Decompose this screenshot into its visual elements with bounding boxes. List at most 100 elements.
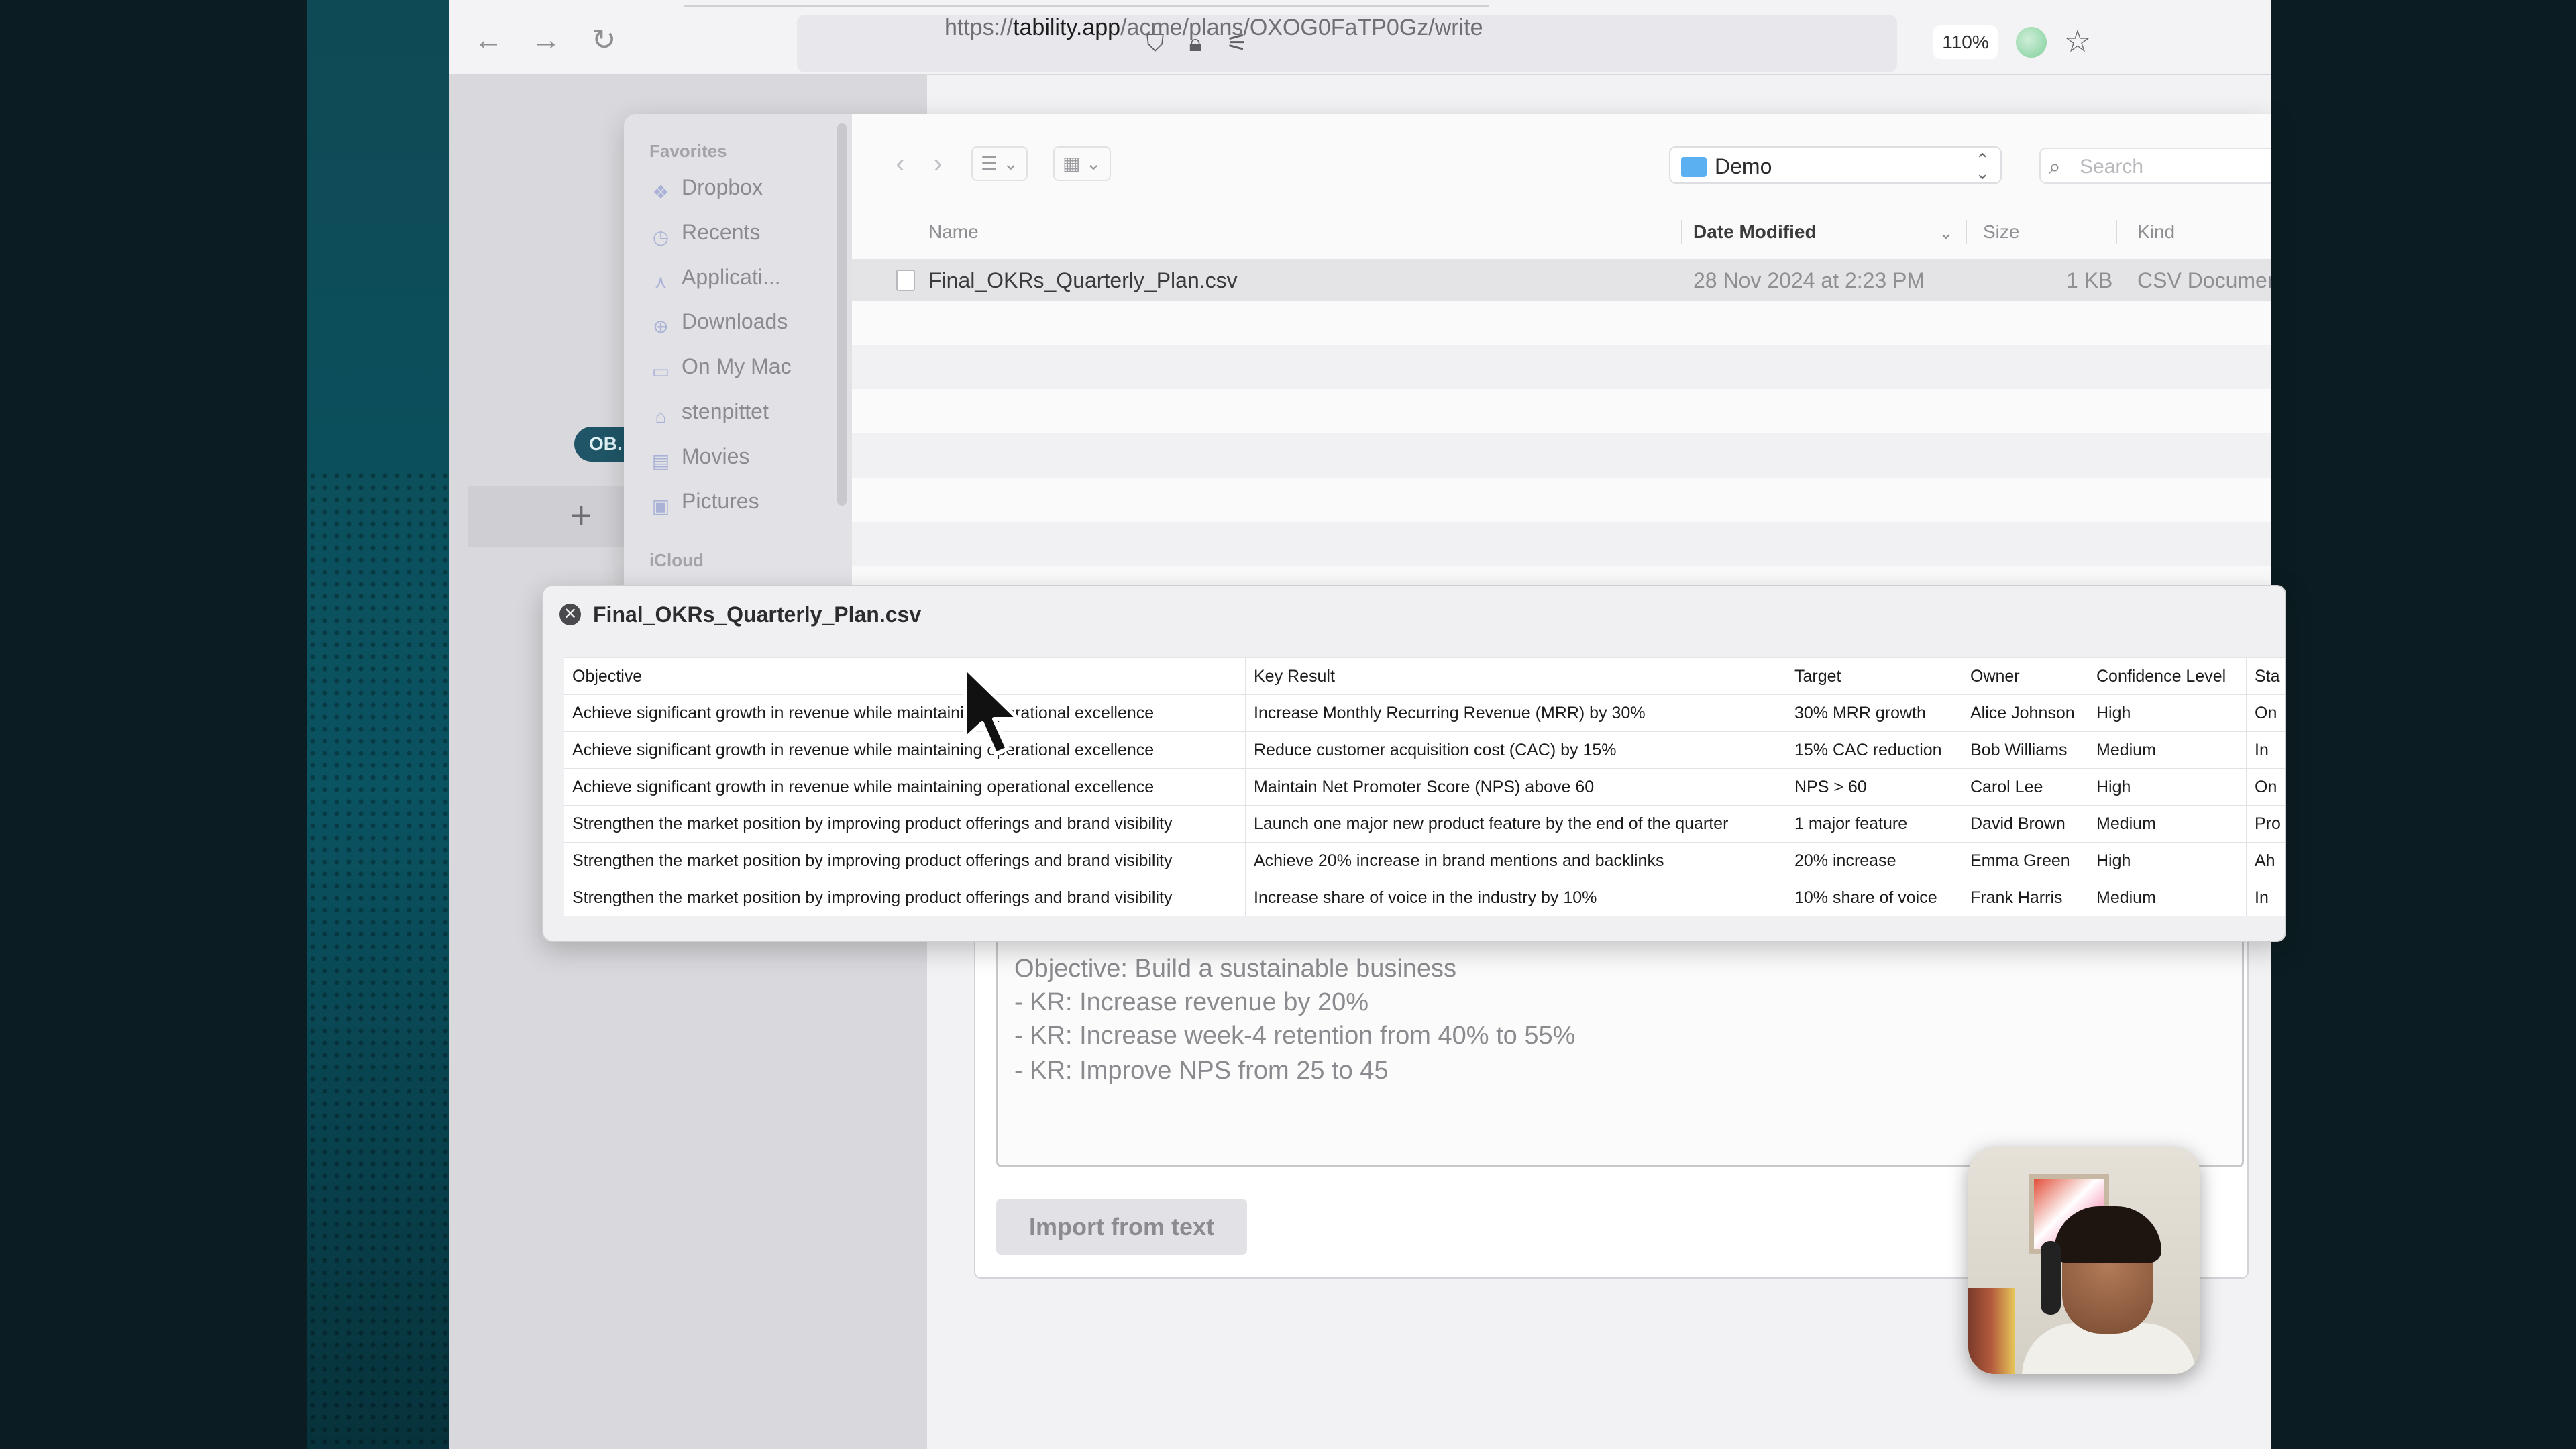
cell-objective: Strengthen the market position by improv… bbox=[564, 805, 1246, 843]
cell-owner: Bob Williams bbox=[1962, 731, 2088, 769]
header-key-result: Key Result bbox=[1245, 657, 1786, 695]
cell-objective: Achieve significant growth in revenue wh… bbox=[564, 731, 1246, 769]
table-row: Strengthen the market position by improv… bbox=[564, 805, 2285, 843]
reload-icon[interactable]: ↻ bbox=[588, 24, 620, 56]
browser-toolbar: ← → ↻ ⛉ 🔒︎ ⚟ https://tability.app/acme/p… bbox=[449, 0, 2271, 75]
import-from-text-button[interactable]: Import from text bbox=[996, 1199, 1247, 1255]
sidebar-item-recents[interactable]: ◷ Recents bbox=[649, 215, 830, 249]
list-view-button[interactable]: ☰ ⌄ bbox=[971, 146, 1028, 181]
sidebar-item-applications[interactable]: ⋏ Applicati... bbox=[649, 260, 830, 294]
file-picker-dialog: Favorites ❖ Dropbox ◷ Recents ⋏ Applicati..… bbox=[624, 114, 2271, 597]
sort-chevron-icon[interactable]: ⌄ bbox=[1939, 223, 1953, 244]
sidebar-item-label: Dropbox bbox=[682, 175, 763, 199]
csv-preview-table: Objective Key Result Target Owner Confid… bbox=[564, 657, 2285, 916]
sidebar-item-downloads[interactable]: ⊕ Downloads bbox=[649, 305, 830, 338]
sidebar-scrollbar[interactable] bbox=[837, 123, 847, 506]
url-path: /acme/plans/OXOG0FaTP0Gz/write bbox=[1120, 15, 1483, 40]
zoom-level[interactable]: 110% bbox=[1933, 25, 1998, 59]
cell-objective: Achieve significant growth in revenue wh… bbox=[564, 694, 1246, 732]
grid-view-button[interactable]: ▦ ⌄ bbox=[1053, 146, 1111, 181]
column-divider[interactable] bbox=[1681, 220, 1682, 244]
column-divider[interactable] bbox=[2116, 220, 2117, 244]
cell-target: 15% CAC reduction bbox=[1786, 731, 1962, 769]
updown-chevron-icon: ⌃ ⌄ bbox=[1975, 150, 1990, 183]
chevron-left-icon[interactable]: ‹ bbox=[885, 149, 915, 178]
forward-icon[interactable]: → bbox=[530, 24, 562, 56]
finder-sidebar: Favorites ❖ Dropbox ◷ Recents ⋏ Applicati..… bbox=[624, 114, 852, 597]
location-popup[interactable]: Demo ⌃ ⌄ bbox=[1669, 146, 2002, 184]
column-kind[interactable]: Kind bbox=[2137, 215, 2175, 250]
cell-objective: Achieve significant growth in revenue wh… bbox=[564, 768, 1246, 806]
column-size[interactable]: Size bbox=[1983, 215, 2019, 250]
cell-target: 10% share of voice bbox=[1786, 879, 1962, 916]
cell-owner: Frank Harris bbox=[1962, 879, 2088, 916]
plus-icon[interactable]: + bbox=[570, 496, 592, 534]
table-header-row: Objective Key Result Target Owner Confid… bbox=[564, 657, 2285, 695]
column-date-modified[interactable]: Date Modified bbox=[1693, 215, 1817, 250]
folder-icon: ▭ bbox=[651, 361, 670, 382]
tab-strip bbox=[684, 0, 1489, 7]
empty-row bbox=[852, 433, 2271, 478]
close-icon[interactable]: ✕ bbox=[559, 604, 581, 625]
textarea-line: - KR: Increase week-4 retention from 40%… bbox=[1014, 1022, 1576, 1050]
quicklook-title: Final_OKRs_Quarterly_Plan.csv bbox=[593, 602, 922, 627]
webcam-bookshelf bbox=[1968, 1288, 2015, 1374]
sidebar-item-home[interactable]: ⌂ stenpittet bbox=[649, 394, 830, 428]
sidebar-item-pictures[interactable]: ▣ Pictures bbox=[649, 484, 830, 518]
import-textarea[interactable]: Objective: Build a sustainable business … bbox=[996, 932, 2244, 1167]
table-row: Strengthen the market position by improv… bbox=[564, 879, 2285, 916]
cell-target: NPS > 60 bbox=[1786, 768, 1962, 806]
applications-icon: ⋏ bbox=[653, 272, 668, 292]
textarea-line: - KR: Increase revenue by 20% bbox=[1014, 988, 1369, 1016]
cell-target: 20% increase bbox=[1786, 842, 1962, 879]
list-icon: ☰ ⌄ bbox=[981, 153, 1019, 174]
file-date: 28 Nov 2024 at 2:23 PM bbox=[1693, 268, 1925, 292]
back-icon[interactable]: ← bbox=[472, 24, 504, 56]
cell-status: Ah bbox=[2246, 842, 2285, 879]
cell-target: 1 major feature bbox=[1786, 805, 1962, 843]
webcam-headphone bbox=[2041, 1241, 2061, 1315]
sidebar-item-label: stenpittet bbox=[682, 399, 769, 423]
quicklook-preview: ✕ Final_OKRs_Quarterly_Plan.csv Objectiv… bbox=[542, 585, 2286, 942]
bookmark-star-icon[interactable]: ☆ bbox=[2061, 24, 2094, 58]
sidebar-item-label: Downloads bbox=[682, 309, 788, 333]
cell-confidence: Medium bbox=[2088, 731, 2247, 769]
chevron-right-icon[interactable]: › bbox=[923, 149, 953, 178]
sidebar-item-movies[interactable]: ▤ Movies bbox=[649, 439, 830, 473]
sidebar-item-dropbox[interactable]: ❖ Dropbox bbox=[649, 170, 830, 204]
sidebar-item-label: Pictures bbox=[682, 489, 759, 513]
header-status: Sta bbox=[2246, 657, 2285, 695]
cell-key-result: Reduce customer acquisition cost (CAC) b… bbox=[1245, 731, 1786, 769]
sidebar-item-on-my-mac[interactable]: ▭ On My Mac bbox=[649, 350, 830, 383]
file-name: Final_OKRs_Quarterly_Plan.csv bbox=[928, 268, 1238, 292]
grid-icon: ▦ ⌄ bbox=[1063, 153, 1102, 174]
cell-owner: Alice Johnson bbox=[1962, 694, 2088, 732]
folder-icon bbox=[1681, 157, 1707, 177]
column-divider[interactable] bbox=[1966, 220, 1967, 244]
cell-status: Pro bbox=[2246, 805, 2285, 843]
film-icon: ▤ bbox=[651, 451, 670, 472]
file-row-selected[interactable]: Final_OKRs_Quarterly_Plan.csv 28 Nov 202… bbox=[852, 259, 2271, 301]
table-row: Achieve significant growth in revenue wh… bbox=[564, 694, 2285, 732]
search-input[interactable]: ⌕ Search bbox=[2039, 148, 2271, 184]
url-text[interactable]: https://tability.app/acme/plans/OXOG0FaT… bbox=[945, 15, 1483, 41]
column-name[interactable]: Name bbox=[928, 215, 979, 250]
url-host: tability.app bbox=[1013, 15, 1121, 40]
download-icon: ⊕ bbox=[653, 316, 669, 337]
header-target: Target bbox=[1786, 657, 1962, 695]
empty-row bbox=[852, 522, 2271, 566]
dropbox-icon: ❖ bbox=[652, 182, 669, 203]
sidebar-item-label: Applicati... bbox=[682, 265, 781, 289]
header-objective: Objective bbox=[564, 657, 1246, 695]
cell-key-result: Achieve 20% increase in brand mentions a… bbox=[1245, 842, 1786, 879]
cell-owner: Carol Lee bbox=[1962, 768, 2088, 806]
sidebar-item-label: On My Mac bbox=[682, 354, 792, 378]
search-icon: ⌕ bbox=[2049, 154, 2061, 178]
mouse-pointer-icon bbox=[963, 665, 1020, 756]
file-kind: CSV Document bbox=[2137, 268, 2271, 292]
cell-owner: David Brown bbox=[1962, 805, 2088, 843]
sidebar-item-label: Recents bbox=[682, 220, 761, 244]
extension-icon[interactable] bbox=[2016, 27, 2047, 58]
cell-confidence: High bbox=[2088, 842, 2247, 879]
cell-target: 30% MRR growth bbox=[1786, 694, 1962, 732]
